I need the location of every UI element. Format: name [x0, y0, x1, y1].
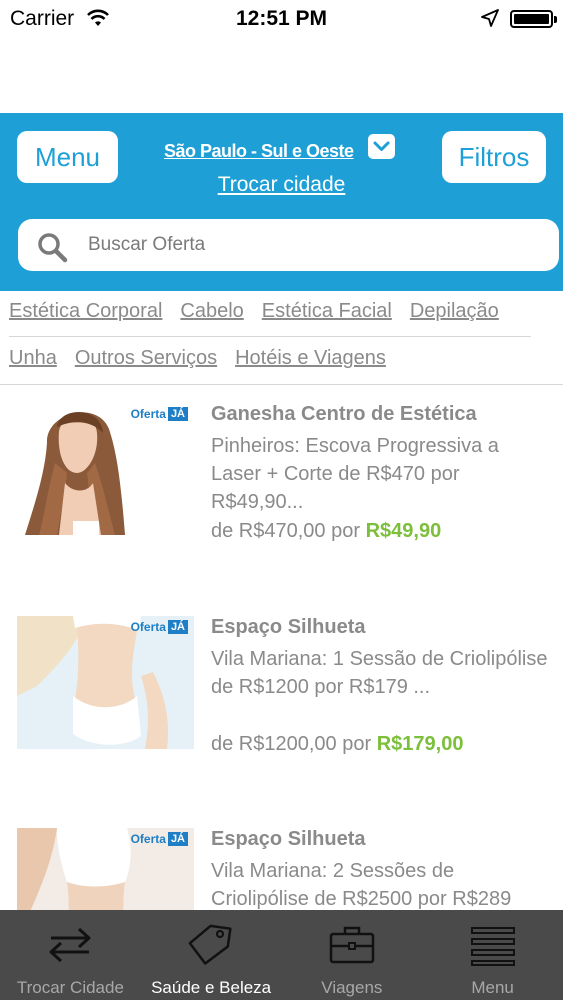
offer-list-item[interactable]: Oferta JÁ Ganesha Centro de Estética Pinh… [0, 403, 563, 603]
tab-saude-beleza[interactable]: Saúde e Beleza [141, 910, 282, 1000]
briefcase-icon [329, 926, 375, 964]
tab-trocar-cidade[interactable]: Trocar Cidade [0, 910, 141, 1000]
clock: 12:51 PM [235, 7, 328, 30]
offer-price: de R$470,00 por R$49,90 [211, 520, 441, 543]
search-input[interactable] [88, 219, 538, 271]
offer-title: Ganesha Centro de Estética [211, 403, 477, 425]
tab-label: Saúde e Beleza [151, 978, 272, 997]
offer-image[interactable]: Oferta JÁ [17, 403, 194, 536]
category-row-1: Estética Corporal Cabelo Estética Facial… [9, 300, 499, 330]
category-hoteis-viagens[interactable]: Hotéis e Viagens [235, 347, 386, 377]
oferta-ja-badge: Oferta JÁ [131, 832, 188, 846]
woman-long-hair-photo [17, 403, 194, 536]
category-estetica-corporal[interactable]: Estética Corporal [9, 300, 162, 330]
chevron-down-icon[interactable] [368, 134, 395, 159]
divider [0, 384, 563, 385]
offer-list-item[interactable]: Oferta JÁ Espaço Silhueta Vila Mariana: 1… [0, 616, 563, 816]
category-estetica-facial[interactable]: Estética Facial [262, 300, 392, 330]
offer-description: Pinheiros: Escova Progressiva a Laser + … [211, 435, 499, 513]
category-row-2: Unha Outros Serviços Hotéis e Viagens [9, 347, 386, 377]
swap-arrows-icon [49, 927, 91, 963]
tag-icon [188, 924, 232, 965]
search-icon [38, 233, 68, 263]
tab-bar: Trocar Cidade Saúde e Beleza Viagens Men… [0, 910, 563, 1000]
location-arrow-icon [481, 9, 499, 27]
price-original: de R$1200,00 por [211, 733, 372, 755]
price-discount: R$179,00 [376, 733, 464, 755]
silhouette-body-photo [17, 616, 194, 749]
tab-label: Viagens [321, 978, 383, 997]
tab-label: Trocar Cidade [16, 978, 124, 997]
offer-image[interactable]: Oferta JÁ [17, 616, 194, 749]
header-bar: Menu São Paulo - Sul e Oeste Filtros Tro… [0, 113, 563, 291]
oferta-ja-badge: Oferta JÁ [131, 620, 188, 634]
divider [9, 336, 531, 337]
price-discount: R$49,90 [365, 520, 442, 542]
category-cabelo[interactable]: Cabelo [180, 300, 243, 330]
offer-price: de R$1200,00 por R$179,00 [211, 733, 463, 756]
tab-label: Menu [471, 978, 514, 997]
city-selector[interactable]: São Paulo - Sul e Oeste [164, 141, 354, 162]
category-outros-servicos[interactable]: Outros Serviços [75, 347, 217, 377]
offer-title: Espaço Silhueta [211, 828, 366, 850]
offer-description: Vila Mariana: 2 Sessões de Criolipólise … [211, 860, 512, 910]
oferta-ja-badge: Oferta JÁ [131, 407, 188, 421]
price-original: de R$470,00 por [211, 520, 361, 542]
search-bar[interactable] [18, 219, 559, 271]
change-city-link[interactable]: Trocar cidade [0, 173, 563, 197]
battery-icon [510, 10, 557, 28]
tab-menu[interactable]: Menu [422, 910, 563, 1000]
offer-description: Vila Mariana: 1 Sessão de Criolipólise d… [211, 648, 548, 698]
category-depilacao[interactable]: Depilação [410, 300, 499, 330]
offer-title: Espaço Silhueta [211, 616, 366, 638]
status-bar: Carrier 12:51 PM [0, 0, 563, 38]
tab-viagens[interactable]: Viagens [282, 910, 423, 1000]
hamburger-menu-icon [470, 927, 515, 966]
category-unha[interactable]: Unha [9, 347, 57, 377]
